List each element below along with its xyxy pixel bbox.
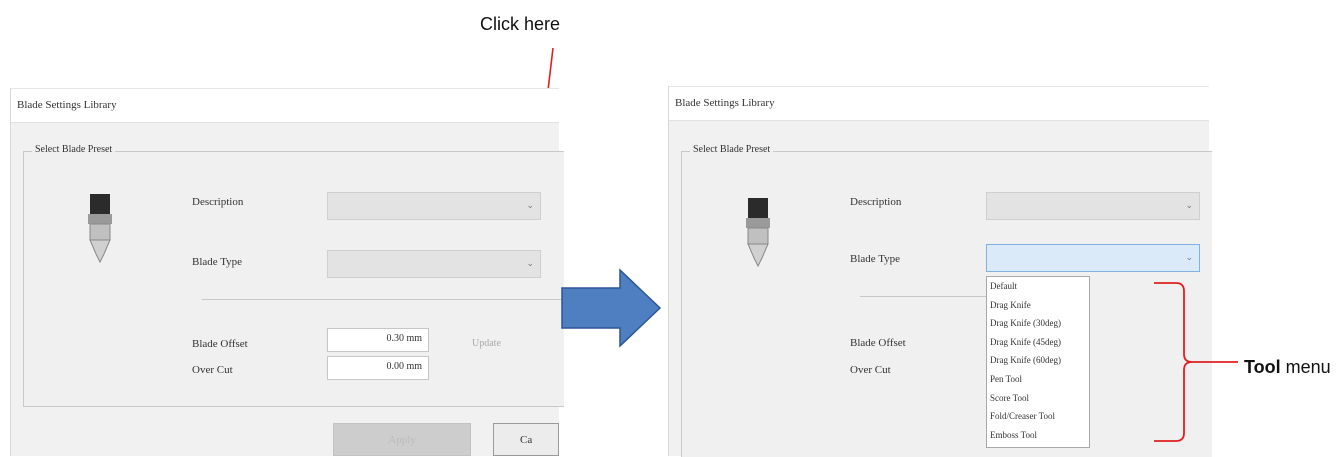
select-blade-preset-group: Select Blade Preset Description ⌄ Blade … xyxy=(681,144,1212,457)
over-cut-field[interactable]: 0.00 mm xyxy=(327,356,429,380)
dropdown-option[interactable]: Drag Knife (45deg) xyxy=(987,333,1089,352)
blade-type-label: Blade Type xyxy=(192,256,243,268)
blade-settings-dialog-before: Blade Settings Library Select Blade Pres… xyxy=(10,88,564,456)
blade-holder-icon xyxy=(88,194,112,264)
description-label: Description xyxy=(850,196,902,208)
blade-holder-icon xyxy=(746,198,770,268)
separator-line xyxy=(202,299,564,300)
blade-type-dropdown-list: Default Drag Knife Drag Knife (30deg) Dr… xyxy=(986,276,1090,448)
description-combo[interactable]: ⌄ xyxy=(327,192,541,220)
chevron-down-icon: ⌄ xyxy=(526,201,534,211)
cancel-button[interactable]: Ca xyxy=(493,423,559,456)
description-combo[interactable]: ⌄ xyxy=(986,192,1200,220)
tool-menu-rest-text: menu xyxy=(1280,357,1331,377)
over-cut-label: Over Cut xyxy=(192,364,233,376)
dropdown-option[interactable]: Fold/Creaser Tool xyxy=(987,407,1089,426)
dropdown-option[interactable]: Emboss Tool xyxy=(987,426,1089,445)
select-blade-preset-group: Select Blade Preset Description ⌄ Blade … xyxy=(23,144,564,407)
blade-offset-field[interactable]: 0.30 mm xyxy=(327,328,429,352)
dialog-title: Blade Settings Library xyxy=(11,89,559,123)
dropdown-option[interactable]: Default xyxy=(987,277,1089,296)
blade-type-label: Blade Type xyxy=(850,253,901,265)
dropdown-option[interactable]: Drag Knife (30deg) xyxy=(987,314,1089,333)
apply-button[interactable]: Apply xyxy=(333,423,471,456)
group-title: Select Blade Preset xyxy=(32,144,116,155)
blade-type-combo[interactable]: ⌄ xyxy=(327,250,541,278)
click-here-annotation: Click here xyxy=(480,14,561,34)
description-label: Description xyxy=(192,196,244,208)
tool-menu-bracket xyxy=(1154,282,1238,442)
chevron-down-icon: ⌄ xyxy=(1185,253,1193,263)
dropdown-option[interactable]: Drag Knife (60deg) xyxy=(987,351,1089,370)
blade-type-combo[interactable]: ⌄ xyxy=(986,244,1200,272)
over-cut-label: Over Cut xyxy=(850,364,891,376)
chevron-down-icon: ⌄ xyxy=(526,259,534,269)
blade-offset-label: Blade Offset xyxy=(850,337,906,349)
group-title: Select Blade Preset xyxy=(690,144,774,155)
tool-menu-bold-text: Tool xyxy=(1244,357,1281,377)
blade-settings-dialog-after: Blade Settings Library Select Blade Pres… xyxy=(668,86,1212,457)
flow-arrow-icon xyxy=(561,268,662,348)
update-button[interactable]: Update xyxy=(472,338,501,349)
dialog-title: Blade Settings Library xyxy=(669,87,1209,121)
blade-offset-label: Blade Offset xyxy=(192,338,248,350)
dropdown-option[interactable]: Drag Knife xyxy=(987,296,1089,315)
dropdown-option[interactable]: Score Tool xyxy=(987,389,1089,408)
chevron-down-icon: ⌄ xyxy=(1185,201,1193,211)
separator-line xyxy=(860,296,986,297)
dropdown-option[interactable]: Pen Tool xyxy=(987,370,1089,389)
tool-menu-annotation: Tool menu xyxy=(1244,357,1331,378)
